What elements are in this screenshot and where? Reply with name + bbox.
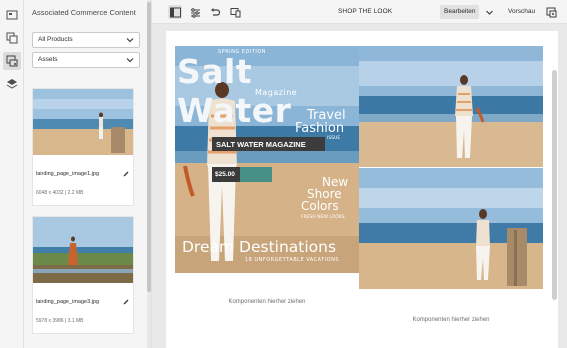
headline-dream: Dream Destinations	[182, 238, 337, 256]
components-icon[interactable]	[3, 29, 21, 47]
editor-canvas: SPRING EDITION Salt Water Magazine Trave…	[152, 24, 567, 348]
page-info-icon[interactable]	[544, 5, 558, 19]
fresh-looks-label: FRESH NEW LOOKS	[301, 215, 345, 220]
products-filter-value: All Products	[38, 36, 73, 43]
canvas-scrollbar-thumb[interactable]	[552, 70, 557, 300]
editor-toolbar: SHOP THE LOOK Bearbeiten Vorschau	[152, 0, 567, 24]
asset-thumbnail	[33, 89, 133, 155]
magazine-subtitle: Magazine	[255, 88, 298, 97]
chevron-down-icon	[126, 58, 134, 63]
drop-zone-right[interactable]: Komponenten hierher ziehen	[359, 317, 543, 323]
undo-icon[interactable]	[208, 5, 222, 19]
asset-thumbnail	[33, 217, 133, 283]
asset-type-select[interactable]: Assets	[32, 52, 140, 68]
canvas-scrollbar[interactable]	[551, 24, 559, 348]
edit-mode-button[interactable]: Bearbeiten	[440, 5, 480, 19]
panel-title: Associated Commerce Content	[32, 8, 136, 17]
headline-colors: Colors	[301, 199, 339, 213]
asset-type-value: Assets	[38, 56, 58, 63]
asset-panel: Associated Commerce Content All Products…	[24, 0, 152, 348]
issue-label: ISSUE	[327, 136, 341, 141]
panel-scrollbar[interactable]	[147, 0, 151, 348]
preview-button[interactable]: Vorschau	[504, 5, 539, 19]
left-rail	[0, 0, 24, 348]
pages-icon[interactable]	[3, 6, 21, 24]
page-content: SPRING EDITION Salt Water Magazine Trave…	[166, 31, 558, 348]
pencil-icon[interactable]	[123, 299, 129, 305]
properties-icon[interactable]	[188, 5, 202, 19]
magazine-cover-image[interactable]: SPRING EDITION Salt Water Magazine Trave…	[175, 46, 359, 273]
drop-zone-left[interactable]: Komponenten hierher ziehen	[175, 299, 359, 305]
magazine-banner: SALT WATER MAGAZINE	[212, 137, 325, 151]
panel-scrollbar-thumb[interactable]	[147, 2, 151, 292]
asset-meta: 5978 x 3986 | 3.1 MB	[36, 318, 84, 324]
beach-photo-bottom[interactable]	[359, 168, 543, 289]
asset-filename: landing_page_image1.jpg	[36, 171, 99, 177]
emulator-icon[interactable]	[228, 5, 242, 19]
page-title: SHOP THE LOOK	[338, 8, 393, 15]
beach-photo-top[interactable]	[359, 46, 543, 167]
asset-meta: 6048 x 4032 | 2.2 MB	[36, 190, 84, 196]
chevron-down-icon[interactable]	[482, 5, 496, 19]
price-label: $25.00	[212, 167, 240, 182]
assets-icon[interactable]	[3, 52, 21, 70]
products-filter-select[interactable]: All Products	[32, 32, 140, 48]
pencil-icon[interactable]	[123, 171, 129, 177]
toggle-side-panel-icon[interactable]	[168, 5, 182, 19]
app-window: Associated Commerce Content All Products…	[0, 0, 567, 348]
asset-card[interactable]: landing_page_image3.jpg 5978 x 3986 | 3.…	[32, 216, 134, 334]
headline-fashion: Fashion	[295, 121, 345, 136]
asset-card[interactable]: landing_page_image1.jpg 6048 x 4032 | 2.…	[32, 88, 134, 206]
chevron-down-icon	[126, 38, 134, 43]
asset-filename: landing_page_image3.jpg	[36, 299, 99, 305]
vacations-label: 18 UNFORGETTABLE VACATIONS	[245, 257, 340, 263]
layers-icon[interactable]	[3, 75, 21, 93]
